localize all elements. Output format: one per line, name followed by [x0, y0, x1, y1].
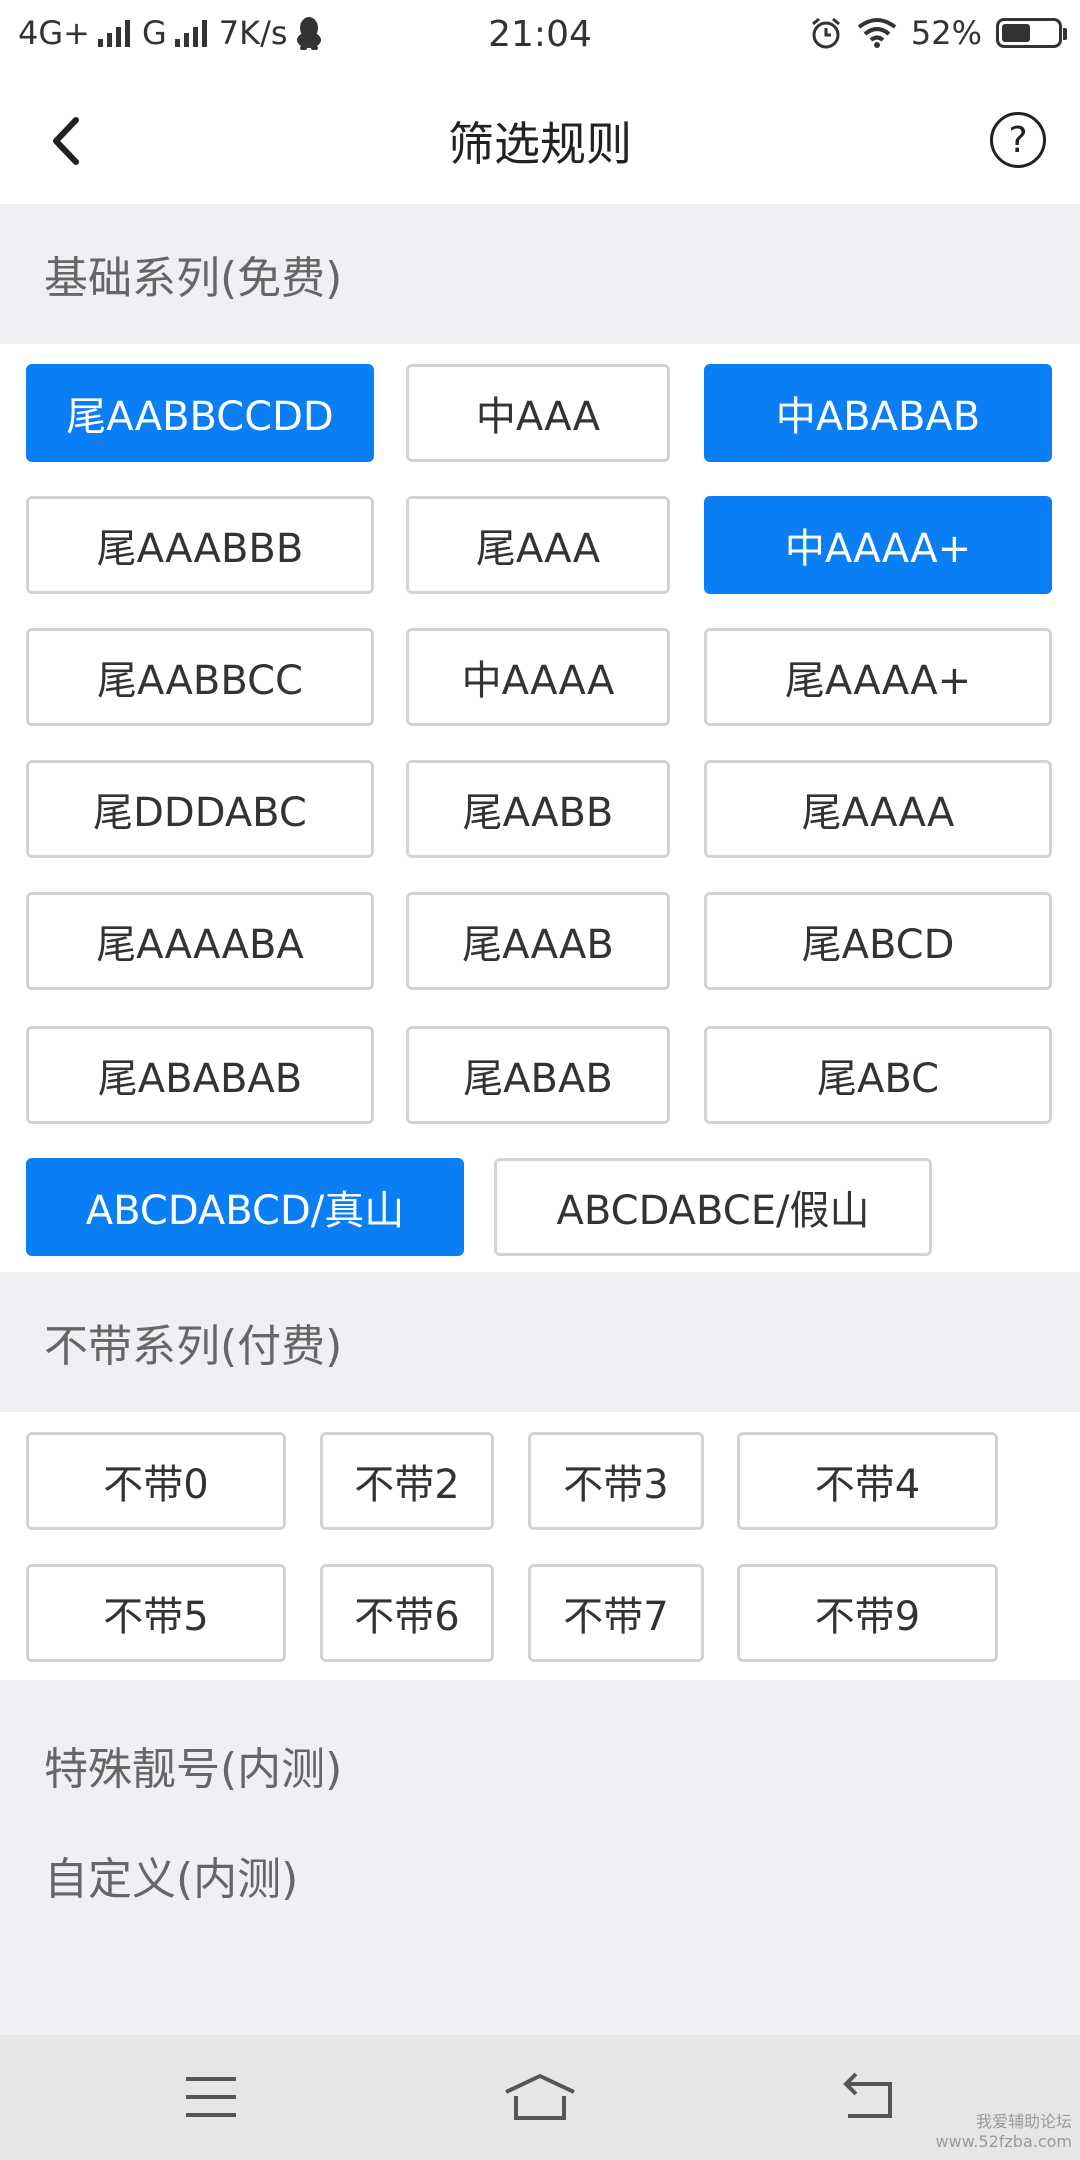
rule-chip[interactable]: 尾AAAA+	[704, 628, 1052, 726]
rule-chip[interactable]: 尾AAAB	[406, 892, 670, 990]
watermark-line-1: 我爱辅助论坛	[975, 2112, 1072, 2131]
rule-chip[interactable]: 不带2	[320, 1432, 494, 1530]
rule-chip[interactable]: 不带4	[737, 1432, 998, 1530]
rule-chip[interactable]: 中AAAA	[406, 628, 670, 726]
watermark-line-2: www.52fzba.com	[935, 2132, 1072, 2151]
rule-chip[interactable]: 中AAA	[406, 364, 670, 462]
exclude-rules-grid: 不带0 不带2 不带3 不带4 不带5 不带6 不带7 不带9	[0, 1412, 1080, 1680]
rule-chip[interactable]: 不带5	[26, 1564, 286, 1662]
status-right: 52%	[809, 14, 1067, 52]
help-button[interactable]: ?	[990, 112, 1046, 168]
rule-chip[interactable]: 不带7	[528, 1564, 704, 1662]
section-title-basic: 基础系列(免费)	[44, 253, 343, 304]
alarm-icon	[809, 16, 843, 50]
battery-percent: 52%	[910, 14, 982, 52]
section-title-exclude: 不带系列(付费)	[44, 1321, 343, 1372]
rule-chip[interactable]: 尾DDDABC	[26, 760, 374, 858]
nav-menu-button[interactable]	[171, 2067, 251, 2127]
rule-chip[interactable]: 尾AAAA	[704, 760, 1052, 858]
section-custom[interactable]: 自定义(内测)	[44, 1843, 298, 1907]
status-bar: 4G+ G 7K/s 21:04 52%	[0, 0, 1080, 76]
rule-chip[interactable]: 尾ABABAB	[26, 1026, 374, 1124]
rule-chip[interactable]: 不带9	[737, 1564, 998, 1662]
app-header: 筛选规则 ?	[0, 76, 1080, 204]
watermark: 我爱辅助论坛 www.52fzba.com	[936, 2112, 1072, 2152]
rule-chip[interactable]: 尾AABBCCDD	[26, 364, 374, 462]
menu-icon	[184, 2075, 238, 2119]
wifi-icon	[857, 17, 897, 49]
section-header-basic: 基础系列(免费)	[0, 204, 1080, 344]
nav-home-button[interactable]	[500, 2067, 580, 2127]
basic-rules-grid: 尾AABBCCDD 中AAA 中ABABAB 尾AAABBB 尾AAA 中AAAA+ 尾AA…	[0, 344, 1080, 1272]
nav-back-button[interactable]	[828, 2067, 908, 2127]
back-icon	[838, 2072, 898, 2122]
section-special[interactable]: 特殊靓号(内测)	[44, 1733, 342, 1797]
rule-chip[interactable]: 尾ABAB	[406, 1026, 670, 1124]
rule-chip[interactable]: 尾AAABBB	[26, 496, 374, 594]
home-icon	[502, 2072, 578, 2122]
rule-chip[interactable]: 中AAAA+	[704, 496, 1052, 594]
rule-chip[interactable]: 尾AAA	[406, 496, 670, 594]
rule-chip[interactable]: ABCDABCD/真山	[26, 1158, 464, 1256]
rule-chip[interactable]: 尾ABC	[704, 1026, 1052, 1124]
system-nav-bar: 我爱辅助论坛 www.52fzba.com	[0, 2035, 1080, 2160]
rule-chip[interactable]: 不带6	[320, 1564, 494, 1662]
rule-chip[interactable]: 不带3	[528, 1432, 704, 1530]
rule-chip[interactable]: ABCDABCE/假山	[494, 1158, 932, 1256]
more-sections: 特殊靓号(内测) 自定义(内测)	[0, 1680, 1080, 2035]
battery-icon	[996, 18, 1067, 48]
rule-chip[interactable]: 中ABABAB	[704, 364, 1052, 462]
rule-chip[interactable]: 尾ABCD	[704, 892, 1052, 990]
rule-chip[interactable]: 尾AAAABA	[26, 892, 374, 990]
section-header-exclude: 不带系列(付费)	[0, 1272, 1080, 1412]
page-title: 筛选规则	[448, 117, 632, 171]
rule-chip[interactable]: 尾AABB	[406, 760, 670, 858]
rule-chip[interactable]: 不带0	[26, 1432, 286, 1530]
rule-chip[interactable]: 尾AABBCC	[26, 628, 374, 726]
battery-fill	[1002, 24, 1030, 42]
